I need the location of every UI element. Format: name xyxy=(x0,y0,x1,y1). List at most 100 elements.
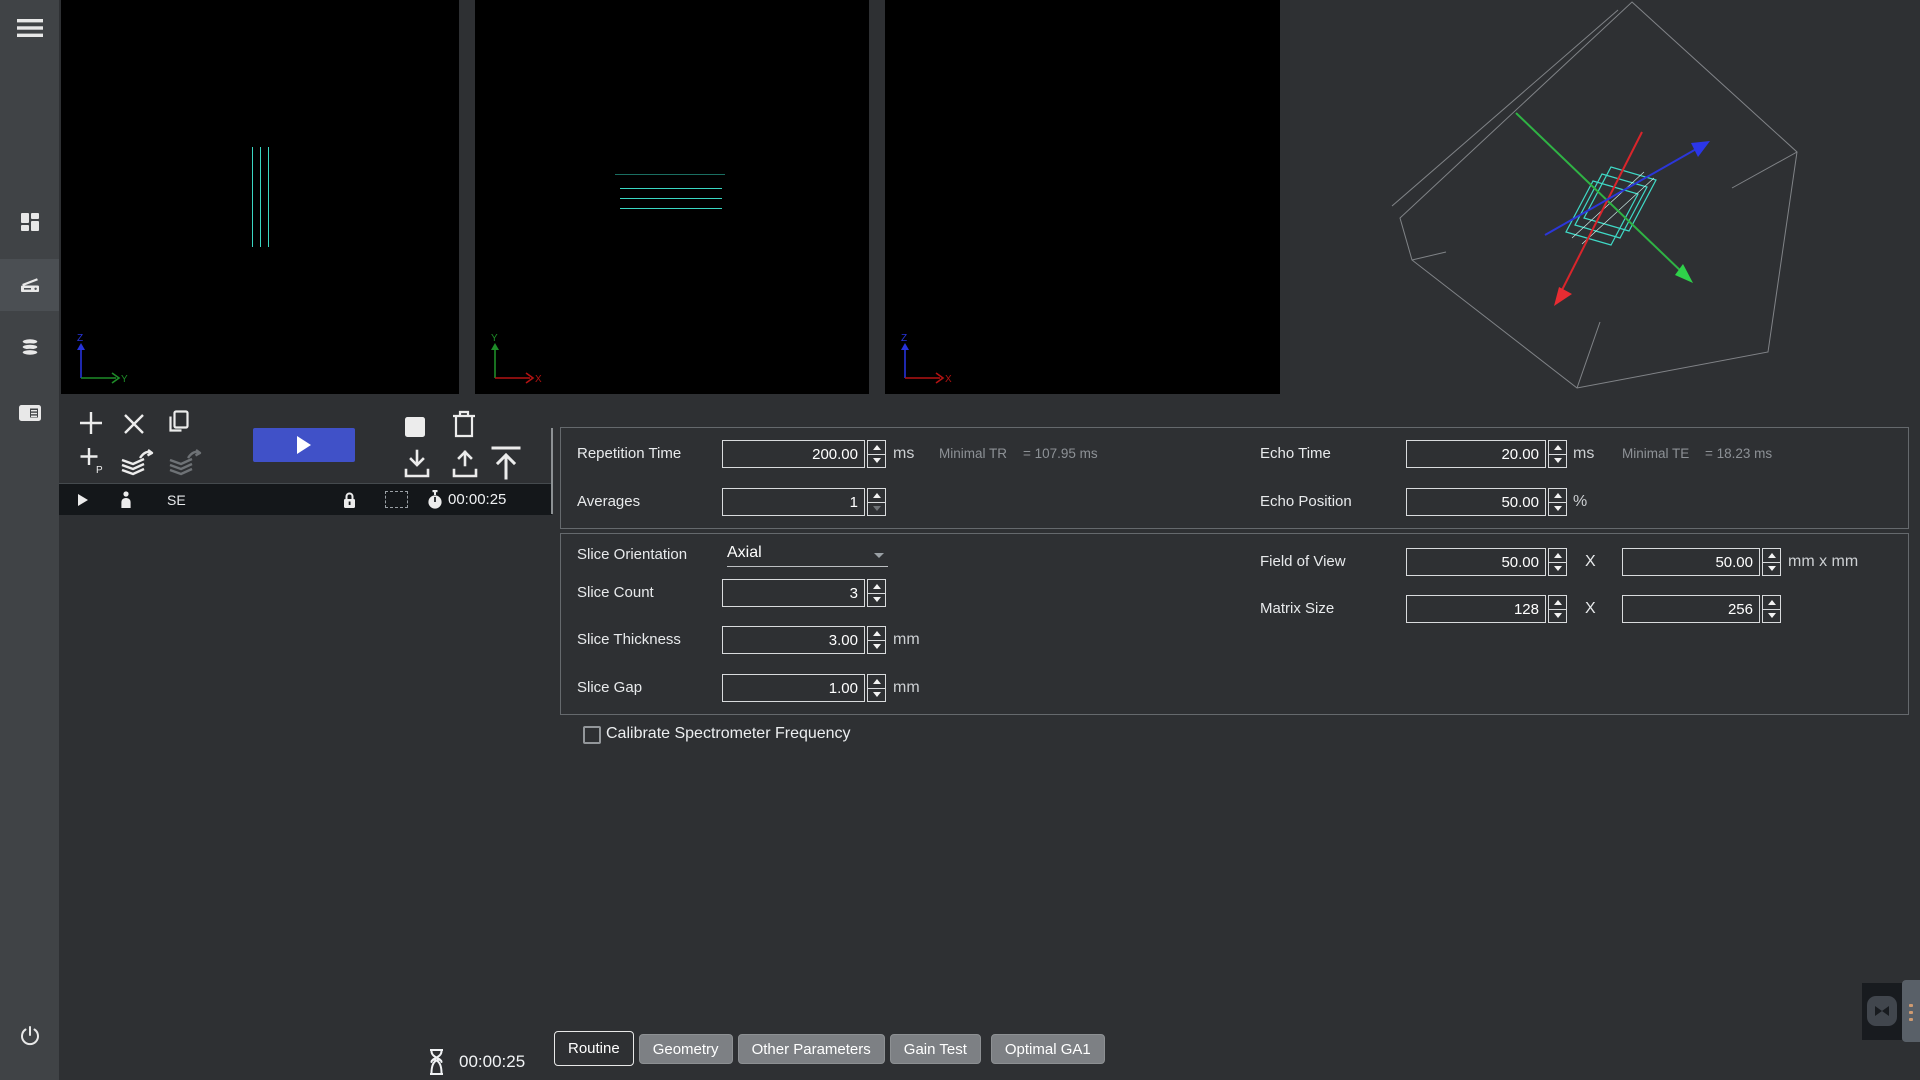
matrix-x-value: 128 xyxy=(1514,601,1539,618)
tr-input[interactable]: 200.00 xyxy=(722,440,865,468)
step-down-button[interactable] xyxy=(1763,562,1780,576)
step-up-button[interactable] xyxy=(1763,596,1780,609)
viewport-coronal[interactable]: Y X xyxy=(475,0,869,394)
sidebar-item-scanner[interactable] xyxy=(0,259,59,311)
step-down-button[interactable] xyxy=(1549,562,1566,576)
slice-line[interactable] xyxy=(620,188,722,189)
fov-y-input[interactable]: 50.00 xyxy=(1622,548,1760,576)
step-down-button[interactable] xyxy=(868,640,885,654)
matrix-x-field: 128 xyxy=(1406,595,1567,623)
step-down-button[interactable] xyxy=(868,502,885,516)
axis-indicator: Z X xyxy=(893,330,959,386)
stop-button[interactable] xyxy=(404,416,426,441)
matrix-y-input[interactable]: 256 xyxy=(1622,595,1760,623)
download-button[interactable] xyxy=(402,448,432,483)
layers-arrow-icon xyxy=(118,448,156,478)
axis-indicator: Y X xyxy=(483,330,549,386)
slice-gap-field: 1.00 xyxy=(722,674,886,702)
viewport-3d[interactable] xyxy=(1280,0,1920,404)
tab-gain-test[interactable]: Gain Test xyxy=(890,1034,981,1064)
power-button[interactable] xyxy=(0,1014,59,1058)
sequence-play-button[interactable] xyxy=(77,484,89,515)
sidebar-item-dashboard[interactable] xyxy=(0,197,59,247)
cross-icon xyxy=(122,412,146,436)
slice-count-input[interactable]: 3 xyxy=(722,579,865,607)
slice-gap-input[interactable]: 1.00 xyxy=(722,674,865,702)
step-up-button[interactable] xyxy=(868,441,885,454)
step-down-button[interactable] xyxy=(868,593,885,607)
remove-button[interactable] xyxy=(122,412,146,439)
slice-gap-stepper xyxy=(867,674,886,702)
chevron-down-icon[interactable] xyxy=(874,553,884,558)
step-up-button[interactable] xyxy=(1549,549,1566,562)
fov-x-input[interactable]: 50.00 xyxy=(1406,548,1546,576)
slice-thickness-input[interactable]: 3.00 xyxy=(722,626,865,654)
viewport-axial[interactable]: Z X xyxy=(885,0,1280,394)
step-down-button[interactable] xyxy=(868,454,885,468)
delete-button[interactable] xyxy=(450,408,478,443)
step-down-button[interactable] xyxy=(1549,609,1566,623)
calibrate-checkbox[interactable] xyxy=(583,726,601,744)
step-down-button[interactable] xyxy=(1763,609,1780,623)
te-input[interactable]: 20.00 xyxy=(1406,440,1546,468)
tab-geometry[interactable]: Geometry xyxy=(639,1034,733,1064)
assistant-button[interactable] xyxy=(1867,996,1897,1026)
download-icon xyxy=(402,448,432,480)
step-up-button[interactable] xyxy=(1549,596,1566,609)
slice-line[interactable] xyxy=(268,147,269,247)
tab-other-parameters[interactable]: Other Parameters xyxy=(738,1034,885,1064)
step-down-button[interactable] xyxy=(1549,502,1566,516)
slice-line[interactable] xyxy=(620,198,722,199)
sequence-row[interactable]: SE 00:00:25 xyxy=(59,483,552,515)
tab-optimal-ga1[interactable]: Optimal GA1 xyxy=(991,1034,1105,1064)
h-axis-label: Y xyxy=(121,374,128,385)
step-up-button[interactable] xyxy=(1549,441,1566,454)
viewport-sagittal[interactable]: Z Y xyxy=(61,0,459,394)
sidebar-item-records[interactable] xyxy=(0,388,59,438)
calibrate-label: Calibrate Spectrometer Frequency xyxy=(606,725,851,743)
tab-routine[interactable]: Routine xyxy=(554,1031,634,1066)
matrix-x-input[interactable]: 128 xyxy=(1406,595,1546,623)
lock-toggle[interactable] xyxy=(342,484,357,515)
step-up-button[interactable] xyxy=(868,627,885,640)
slice-count-label: Slice Count xyxy=(577,579,654,607)
export-stack-disabled-button[interactable] xyxy=(166,448,204,481)
averages-input[interactable]: 1 xyxy=(722,488,865,516)
fov-x-field: 50.00 xyxy=(1406,548,1567,576)
step-up-button[interactable] xyxy=(1549,489,1566,502)
step-up-button[interactable] xyxy=(868,675,885,688)
sidebar-item-database[interactable] xyxy=(0,323,59,373)
run-button[interactable] xyxy=(253,428,355,462)
step-down-button[interactable] xyxy=(868,688,885,702)
echo-position-input[interactable]: 50.00 xyxy=(1406,488,1546,516)
te-field: 20.00 xyxy=(1406,440,1567,468)
slice-line[interactable] xyxy=(260,147,261,247)
axes-3d xyxy=(1516,113,1710,306)
menu-button[interactable] xyxy=(0,6,59,50)
selection-box[interactable] xyxy=(385,484,408,515)
step-up-button[interactable] xyxy=(868,489,885,502)
arrow-up-icon xyxy=(1554,600,1562,605)
minimal-tr-label: Minimal TR xyxy=(939,440,1007,468)
arrow-up-icon xyxy=(1768,600,1776,605)
export-stack-button[interactable] xyxy=(118,448,156,481)
panel-drag-handle[interactable] xyxy=(1902,980,1920,1042)
step-down-button[interactable] xyxy=(1549,454,1566,468)
fov-label: Field of View xyxy=(1260,548,1346,576)
step-up-button[interactable] xyxy=(868,580,885,593)
arrow-down-icon xyxy=(1554,566,1562,571)
add-protocol-button[interactable]: P xyxy=(78,446,106,477)
step-up-button[interactable] xyxy=(1763,549,1780,562)
slice-line[interactable] xyxy=(620,208,722,209)
sequence-list-scrollbar[interactable] xyxy=(551,428,553,514)
slice-orientation-dropdown[interactable]: Axial xyxy=(727,544,762,562)
upload-button[interactable] xyxy=(450,448,480,483)
matrix-y-value: 256 xyxy=(1728,601,1753,618)
slice-line[interactable] xyxy=(252,147,253,247)
slice-pack-line[interactable] xyxy=(615,174,725,175)
duplicate-button[interactable] xyxy=(164,408,192,439)
upload-top-button[interactable] xyxy=(489,444,523,483)
add-button[interactable] xyxy=(78,410,104,439)
mri-console-app: Z Y Y X Z X xyxy=(0,0,1920,1080)
slice-count-stepper xyxy=(867,579,886,607)
